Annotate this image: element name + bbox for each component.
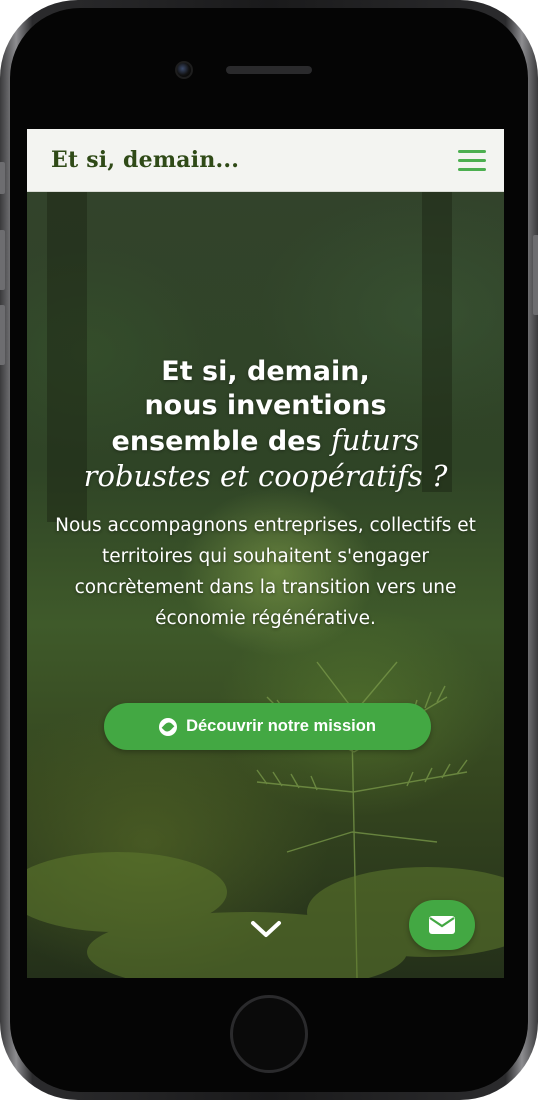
chevron-down-icon[interactable]: [250, 919, 282, 939]
volume-up-button: [0, 230, 5, 290]
hero-title: Et si, demain, nous inventions ensemble …: [27, 355, 504, 495]
earpiece-speaker: [226, 66, 312, 74]
contact-button[interactable]: [409, 900, 475, 950]
compass-icon: [159, 717, 178, 736]
site-logo[interactable]: Et si, demain...: [51, 147, 239, 173]
envelope-icon: [429, 916, 455, 934]
hero-section: Et si, demain, nous inventions ensemble …: [27, 192, 504, 978]
hero-title-accent-2: robustes et coopératifs ?: [83, 459, 448, 493]
site-header: Et si, demain...: [27, 129, 504, 192]
phone-frame: Et si, demain... Et si, demain, nous inv…: [0, 0, 538, 1100]
hero-title-line-3: ensemble des: [111, 426, 331, 457]
hamburger-menu-icon[interactable]: [458, 149, 486, 171]
home-button[interactable]: [230, 995, 308, 1073]
hero-title-line-1: Et si, demain,: [161, 356, 370, 387]
hero-title-line-2: nous inventions: [144, 390, 387, 421]
front-camera: [175, 61, 193, 79]
hero-description: Nous accompagnons entreprises, collectif…: [55, 515, 476, 629]
screen: Et si, demain... Et si, demain, nous inv…: [27, 129, 504, 978]
power-button: [533, 235, 538, 315]
mute-switch: [0, 162, 5, 194]
cta-label: Découvrir notre mission: [186, 717, 376, 735]
hero-title-accent-1: futurs: [330, 423, 420, 457]
volume-down-button: [0, 305, 5, 365]
discover-mission-button[interactable]: Découvrir notre mission: [104, 703, 431, 750]
